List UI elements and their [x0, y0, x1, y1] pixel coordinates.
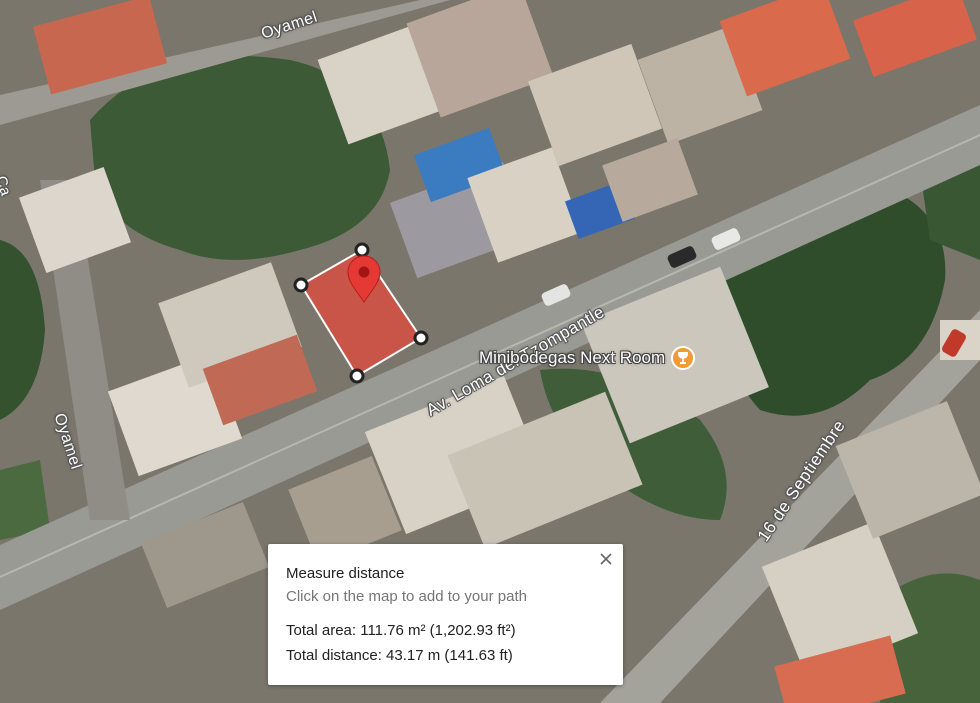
total-distance: Total distance: 43.17 m (141.63 ft) — [286, 647, 513, 664]
panel-hint: Click on the map to add to your path — [286, 588, 527, 605]
measure-vertex-handle[interactable] — [413, 330, 429, 346]
poi-minibodegas-next-room[interactable]: Minibodegas Next Room — [479, 346, 696, 370]
wine-glass-icon — [671, 346, 696, 370]
measure-vertex-handle[interactable] — [293, 277, 309, 293]
measure-vertex-handle[interactable] — [354, 242, 370, 258]
panel-title: Measure distance — [286, 565, 405, 582]
measure-distance-panel: Measure distance Click on the map to add… — [268, 544, 623, 685]
satellite-map[interactable]: Oyamel Oyamel Av. Loma del Tzompantle 16… — [0, 0, 980, 703]
poi-name: Minibodegas Next Room — [479, 348, 666, 367]
total-area: Total area: 111.76 m² (1,202.93 ft²) — [286, 622, 516, 639]
close-icon[interactable] — [595, 548, 617, 570]
measure-vertex-handle[interactable] — [349, 368, 365, 384]
